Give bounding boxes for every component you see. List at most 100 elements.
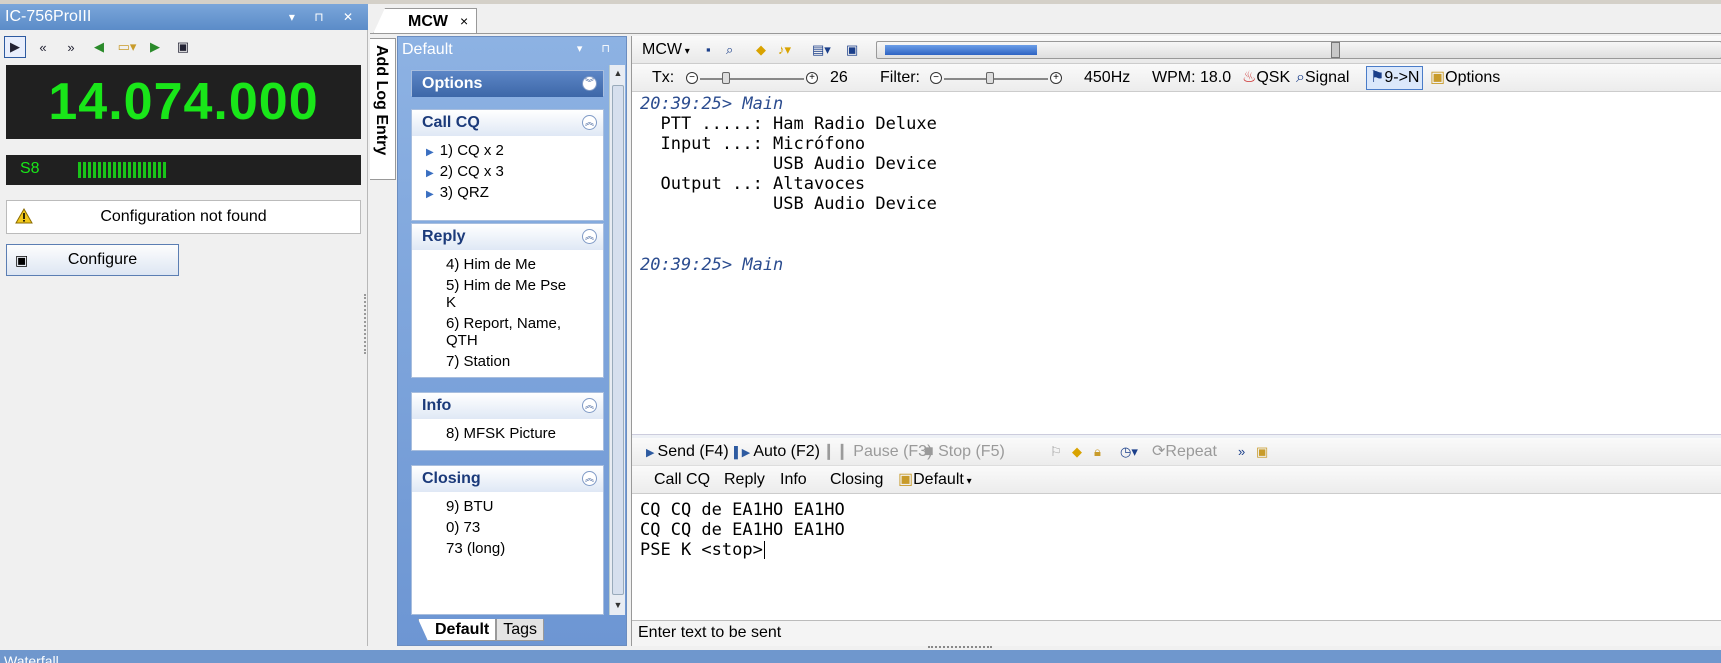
auto-button[interactable]: ▌▶ Auto (F2) xyxy=(734,438,820,466)
tab-tags[interactable]: Tags xyxy=(496,619,545,641)
forward-icon[interactable]: » xyxy=(1238,438,1245,466)
tx-slider[interactable] xyxy=(700,78,804,80)
macro-callcq-button[interactable]: Call CQ xyxy=(654,466,710,494)
macro-label: 1) CQ x 2 xyxy=(439,142,504,159)
macro-item[interactable]: 8) MFSK Picture xyxy=(446,425,556,443)
qsk-label: QSK xyxy=(1256,69,1291,86)
filter-slider-thumb[interactable] xyxy=(986,72,994,84)
filter-minus-icon[interactable]: − xyxy=(930,72,942,84)
forward-arrow-icon[interactable]: ▶ xyxy=(144,36,166,58)
stop-button[interactable]: ■ Stop (F5) xyxy=(924,438,1005,466)
tx-slider-thumb[interactable] xyxy=(722,72,730,84)
filter-slider[interactable] xyxy=(944,78,1048,80)
macro-item-wrap[interactable]: K xyxy=(446,294,456,312)
log-line: PTT .....: Ham Radio Deluxe xyxy=(640,114,936,134)
chevron-up-icon[interactable]: ︽ xyxy=(582,115,597,130)
rewind-icon[interactable]: « xyxy=(32,36,54,58)
play-icon[interactable]: ▶ xyxy=(4,36,26,58)
repeat-button[interactable]: ⟳Repeat xyxy=(1152,438,1217,466)
options-section[interactable]: Options ︾ xyxy=(411,70,604,97)
mode-dropdown[interactable]: MCW ▾ xyxy=(642,36,690,64)
macro-item[interactable]: 73 (long) xyxy=(446,540,505,558)
close-icon[interactable]: × xyxy=(460,13,468,29)
macro-item[interactable]: 4) Him de Me xyxy=(446,256,536,274)
clock-icon[interactable]: ◷▾ xyxy=(1120,438,1138,466)
bell-icon[interactable]: ♪▾ xyxy=(778,36,791,64)
tx-progress-bar xyxy=(876,41,1721,59)
s-meter-bar xyxy=(88,162,91,178)
progress-marker[interactable] xyxy=(1331,42,1340,58)
panel-window-buttons[interactable]: ▾ ⊓ ✕ xyxy=(289,4,361,30)
pause-button[interactable]: ❙❙ Pause (F3) xyxy=(822,438,932,466)
mcw-main: MCW ▾ ▪ ⌕ ◆ ♪▾ ▤▾ ▣ Tx: − + 26 Filter: −… xyxy=(631,36,1721,646)
signal-button[interactable]: ⌕Signal xyxy=(1296,64,1349,92)
properties-icon[interactable]: ▣ xyxy=(172,36,194,58)
scroll-up-icon[interactable]: ▲ xyxy=(610,65,626,81)
tx-plus-icon[interactable]: + xyxy=(806,72,818,84)
macro-default-dropdown[interactable]: ▣Default ▾ xyxy=(898,466,972,494)
options-button[interactable]: ▣Options xyxy=(1430,64,1500,92)
macro-closing-button[interactable]: Closing xyxy=(830,466,883,494)
waterfall-panel-title[interactable]: Waterfall xyxy=(0,650,1721,663)
filter-plus-icon[interactable]: + xyxy=(1050,72,1062,84)
macro-panel-window-buttons[interactable]: ▾ ⊓ xyxy=(577,42,618,55)
flag-icon[interactable]: ⚐ xyxy=(1050,438,1062,466)
properties-icon: ▣ xyxy=(898,471,914,488)
tx-label: Tx: xyxy=(652,69,675,86)
scroll-down-icon[interactable]: ▼ xyxy=(610,597,626,613)
properties-icon[interactable]: ▣ xyxy=(846,36,858,64)
receive-log[interactable]: 20:39:25> Main PTT .....: Ham Radio Delu… xyxy=(632,92,1721,436)
s-meter-bar xyxy=(138,162,141,178)
chevron-up-icon[interactable]: ︽ xyxy=(582,398,597,413)
s-meter-bars xyxy=(78,162,166,178)
macro-item-wrap[interactable]: QTH xyxy=(446,332,478,350)
add-log-entry-tab[interactable]: Add Log Entry xyxy=(370,38,396,180)
lock-icon[interactable]: 🔒︎ xyxy=(1094,438,1101,466)
scrollbar-thumb[interactable] xyxy=(612,85,624,595)
macro-item[interactable]: 9) BTU xyxy=(446,498,494,516)
fast-forward-icon[interactable]: » xyxy=(60,36,82,58)
tab-mcw[interactable]: MCW × xyxy=(373,8,477,34)
back-arrow-icon[interactable]: ◀ xyxy=(88,36,110,58)
macro-item[interactable]: 0) 73 xyxy=(446,519,480,537)
signal-label: Signal xyxy=(1304,69,1350,86)
properties-icon[interactable]: ▣ xyxy=(1256,438,1268,466)
log-line: 20:39:25> Main xyxy=(640,255,783,275)
folder-icon[interactable]: ▭▾ xyxy=(116,36,138,58)
chevron-up-icon[interactable]: ︽ xyxy=(582,471,597,486)
macro-item[interactable]: 7) Station xyxy=(446,353,510,371)
macro-panel-title: Default xyxy=(402,41,453,58)
macro-scrollbar[interactable]: ▲ ▼ xyxy=(609,65,625,615)
default-label: Default xyxy=(913,471,964,488)
macro-item[interactable]: 6) Report, Name, xyxy=(446,315,561,333)
configure-button[interactable]: ▣ Configure xyxy=(6,244,179,276)
eraser-icon[interactable]: ◆ xyxy=(1072,438,1082,466)
nine-to-n-toggle[interactable]: ⚑9->N xyxy=(1366,66,1424,90)
tx-minus-icon[interactable]: − xyxy=(686,72,698,84)
radio-toolbar: ▶ « » ◀ ▭▾ ▶ ▣ xyxy=(4,36,194,58)
save-icon[interactable]: ▪ xyxy=(706,36,711,64)
send-button[interactable]: ▶ Send (F4) xyxy=(646,438,729,466)
macro-info-button[interactable]: Info xyxy=(780,466,807,494)
macro-item[interactable]: ▶ 2) CQ x 3 xyxy=(426,163,504,183)
send-toolbar: ▶ Send (F4) ▌▶ Auto (F2) ❙❙ Pause (F3) ■… xyxy=(632,438,1721,466)
tab-default[interactable]: Default xyxy=(418,619,497,641)
text-cursor xyxy=(763,541,765,559)
macro-label: 2) CQ x 3 xyxy=(439,163,504,180)
chevron-down-icon[interactable]: ︾ xyxy=(582,76,597,91)
vertical-splitter[interactable] xyxy=(364,294,366,354)
macro-item[interactable]: ▶ 3) QRZ xyxy=(426,184,489,204)
s-meter-bar xyxy=(143,162,146,178)
auto-label: Auto (F2) xyxy=(753,443,820,460)
macro-item[interactable]: ▶ 1) CQ x 2 xyxy=(426,142,504,162)
print-preview-icon[interactable]: ⌕ xyxy=(726,36,733,64)
layout-icon[interactable]: ▤▾ xyxy=(812,36,831,64)
eraser-icon[interactable]: ◆ xyxy=(756,36,766,64)
s-meter-bar xyxy=(153,162,156,178)
magnifier-icon: ⌕ xyxy=(1296,69,1305,86)
qsk-toggle[interactable]: ♨QSK xyxy=(1242,64,1290,92)
macro-item[interactable]: 5) Him de Me Pse xyxy=(446,277,566,295)
warning-text: Configuration not found xyxy=(100,208,267,225)
macro-reply-button[interactable]: Reply xyxy=(724,466,765,494)
chevron-up-icon[interactable]: ︽ xyxy=(582,229,597,244)
